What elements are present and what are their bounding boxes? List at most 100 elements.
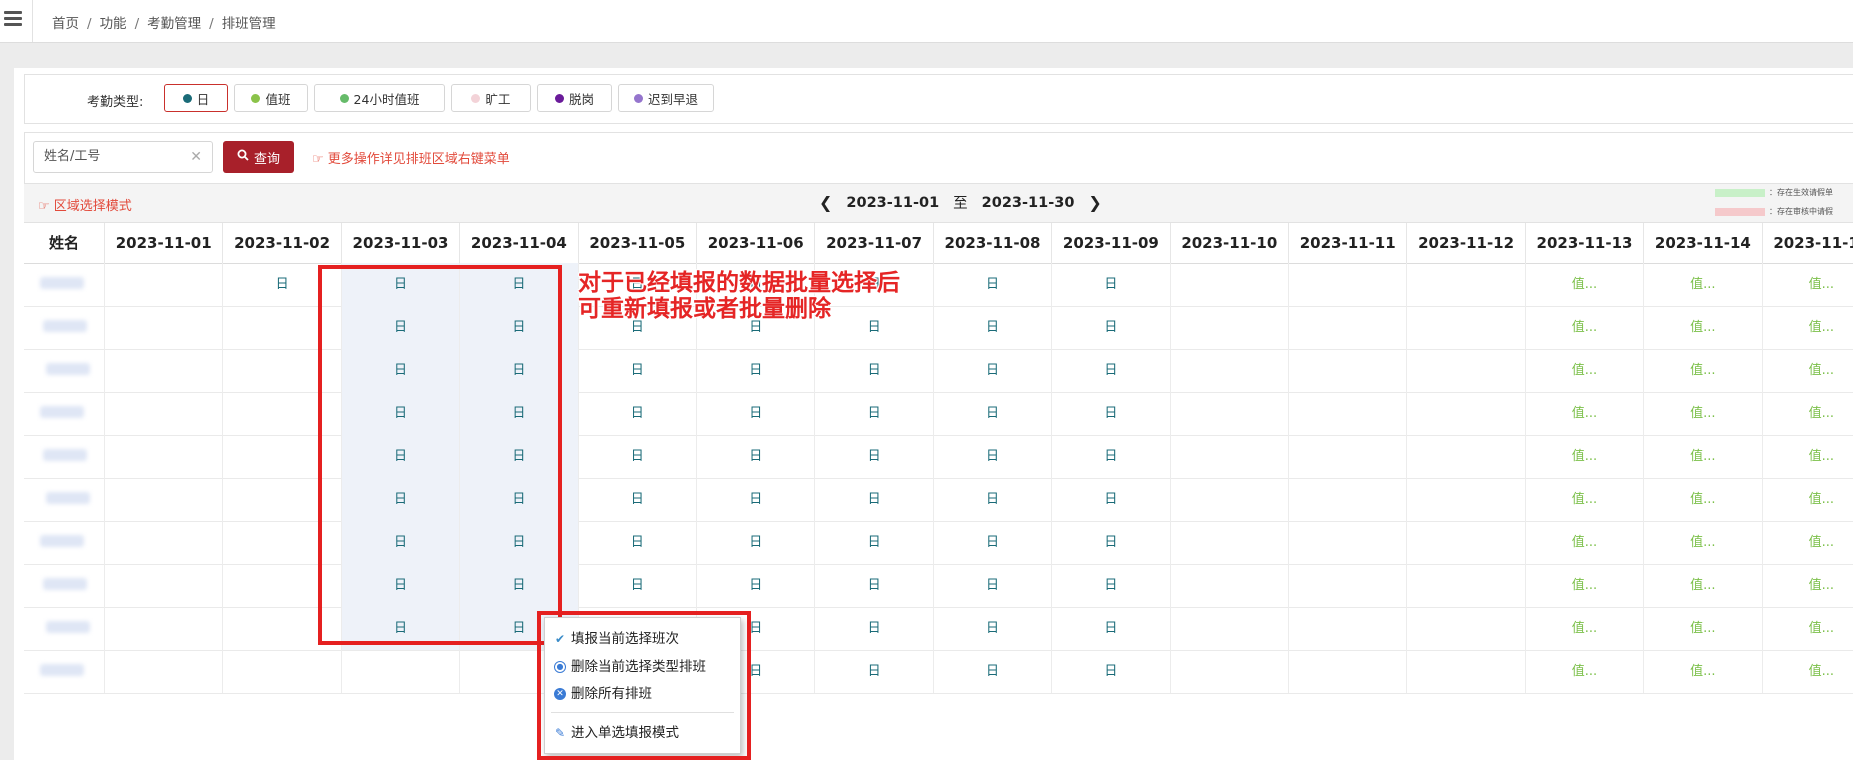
schedule-cell[interactable]: 日 — [1051, 478, 1169, 521]
schedule-cell[interactable] — [1288, 263, 1406, 306]
schedule-cell[interactable]: 日 — [814, 435, 932, 478]
employee-name-cell[interactable] — [24, 521, 102, 564]
schedule-cell[interactable]: 日 — [1051, 435, 1169, 478]
type-button-off-post[interactable]: 脱岗 — [537, 84, 612, 112]
schedule-cell[interactable]: 日 — [932, 607, 1051, 650]
employee-name-cell[interactable] — [24, 564, 102, 607]
schedule-cell[interactable]: 日 — [814, 392, 932, 435]
schedule-cell[interactable] — [104, 306, 222, 349]
query-button[interactable]: 查询 — [223, 141, 294, 173]
schedule-cell[interactable]: 日 — [577, 349, 696, 392]
schedule-cell[interactable]: 值... — [1643, 521, 1761, 564]
column-header-date[interactable]: 2023-11-03 — [340, 223, 459, 263]
schedule-cell[interactable] — [1169, 263, 1288, 306]
schedule-cell[interactable]: 值... — [1761, 521, 1853, 564]
schedule-cell[interactable] — [104, 607, 222, 650]
column-header-date[interactable]: 2023-11-01 — [104, 223, 222, 263]
schedule-cell[interactable]: 值... — [1761, 306, 1853, 349]
schedule-cell[interactable]: 值... — [1643, 478, 1761, 521]
close-icon[interactable]: ✕ — [190, 142, 202, 172]
column-header-date[interactable]: 2023-11-13 — [1524, 223, 1643, 263]
schedule-cell[interactable]: 值... — [1524, 392, 1643, 435]
schedule-cell[interactable]: 值... — [1643, 392, 1761, 435]
schedule-cell[interactable] — [1406, 392, 1524, 435]
schedule-cell[interactable] — [1406, 564, 1524, 607]
chevron-right-icon[interactable]: ❯ — [1088, 193, 1101, 212]
employee-name-cell[interactable] — [24, 435, 102, 478]
schedule-cell[interactable]: 日 — [1051, 650, 1169, 693]
schedule-cell[interactable] — [104, 349, 222, 392]
breadcrumb-attendance[interactable]: 考勤管理 — [147, 16, 201, 32]
column-header-date[interactable]: 2023-11-08 — [932, 223, 1051, 263]
schedule-cell[interactable]: 值... — [1761, 435, 1853, 478]
schedule-cell[interactable] — [1288, 349, 1406, 392]
schedule-cell[interactable]: 日 — [814, 564, 932, 607]
schedule-cell[interactable]: 值... — [1761, 392, 1853, 435]
schedule-cell[interactable]: 日 — [696, 564, 814, 607]
employee-name-cell[interactable] — [24, 478, 102, 521]
schedule-cell[interactable]: 日 — [1051, 306, 1169, 349]
type-button-duty[interactable]: 值班 — [234, 84, 308, 112]
schedule-cell[interactable]: 日 — [696, 435, 814, 478]
schedule-cell[interactable]: 日 — [814, 607, 932, 650]
schedule-cell[interactable] — [1406, 650, 1524, 693]
area-select-mode-toggle[interactable]: ☞ 区域选择模式 — [38, 195, 132, 214]
column-header-date[interactable]: 2023-11-06 — [696, 223, 814, 263]
schedule-cell[interactable]: 日 — [932, 435, 1051, 478]
schedule-cell[interactable]: 日 — [577, 392, 696, 435]
schedule-cell[interactable] — [1288, 392, 1406, 435]
schedule-cell[interactable]: 日 — [696, 392, 814, 435]
schedule-cell[interactable]: 值... — [1761, 607, 1853, 650]
schedule-cell[interactable]: 日 — [1051, 564, 1169, 607]
schedule-cell[interactable]: 值... — [1643, 564, 1761, 607]
schedule-cell[interactable]: 日 — [696, 521, 814, 564]
schedule-cell[interactable]: 日 — [932, 263, 1051, 306]
type-button-late-early[interactable]: 迟到早退 — [618, 84, 714, 112]
schedule-cell[interactable] — [1169, 650, 1288, 693]
schedule-cell[interactable] — [104, 650, 222, 693]
menu-icon[interactable] — [4, 11, 22, 27]
schedule-cell[interactable]: 日 — [577, 435, 696, 478]
column-header-date[interactable]: 2023-11-09 — [1051, 223, 1169, 263]
schedule-cell[interactable] — [1169, 564, 1288, 607]
schedule-cell[interactable]: 日 — [1051, 349, 1169, 392]
column-header-date[interactable]: 2023-11-10 — [1169, 223, 1288, 263]
schedule-cell[interactable]: 日 — [577, 564, 696, 607]
schedule-cell[interactable]: 日 — [1051, 521, 1169, 564]
schedule-cell[interactable]: 日 — [814, 478, 932, 521]
schedule-cell[interactable] — [1406, 607, 1524, 650]
schedule-cell[interactable]: 日 — [932, 521, 1051, 564]
schedule-cell[interactable] — [104, 392, 222, 435]
schedule-cell[interactable]: 值... — [1524, 349, 1643, 392]
search-input[interactable]: 姓名/工号 ✕ — [33, 141, 213, 173]
column-header-date[interactable]: 2023-11-11 — [1288, 223, 1406, 263]
schedule-cell[interactable] — [1406, 521, 1524, 564]
employee-name-cell[interactable] — [24, 650, 102, 693]
schedule-cell[interactable]: 日 — [932, 306, 1051, 349]
schedule-cell[interactable]: 日 — [814, 521, 932, 564]
schedule-cell[interactable]: 值... — [1643, 650, 1761, 693]
schedule-cell[interactable]: 值... — [1761, 349, 1853, 392]
schedule-cell[interactable] — [1406, 263, 1524, 306]
schedule-cell[interactable] — [1169, 478, 1288, 521]
schedule-cell[interactable] — [104, 263, 222, 306]
schedule-cell[interactable] — [1169, 607, 1288, 650]
schedule-cell[interactable]: 值... — [1524, 521, 1643, 564]
employee-name-cell[interactable] — [24, 306, 102, 349]
schedule-cell[interactable] — [1406, 435, 1524, 478]
schedule-cell[interactable]: 日 — [814, 650, 932, 693]
schedule-cell[interactable]: 值... — [1524, 478, 1643, 521]
schedule-cell[interactable] — [1169, 349, 1288, 392]
schedule-cell[interactable] — [1288, 521, 1406, 564]
schedule-cell[interactable]: 日 — [696, 349, 814, 392]
schedule-cell[interactable]: 值... — [1643, 263, 1761, 306]
schedule-cell[interactable]: 值... — [1524, 435, 1643, 478]
employee-name-cell[interactable] — [24, 349, 102, 392]
schedule-cell[interactable]: 值... — [1524, 263, 1643, 306]
schedule-cell[interactable] — [1288, 435, 1406, 478]
schedule-cell[interactable] — [1169, 306, 1288, 349]
schedule-cell[interactable] — [1169, 435, 1288, 478]
schedule-cell[interactable] — [1288, 478, 1406, 521]
breadcrumb-function[interactable]: 功能 — [100, 16, 127, 32]
schedule-cell[interactable] — [1406, 349, 1524, 392]
